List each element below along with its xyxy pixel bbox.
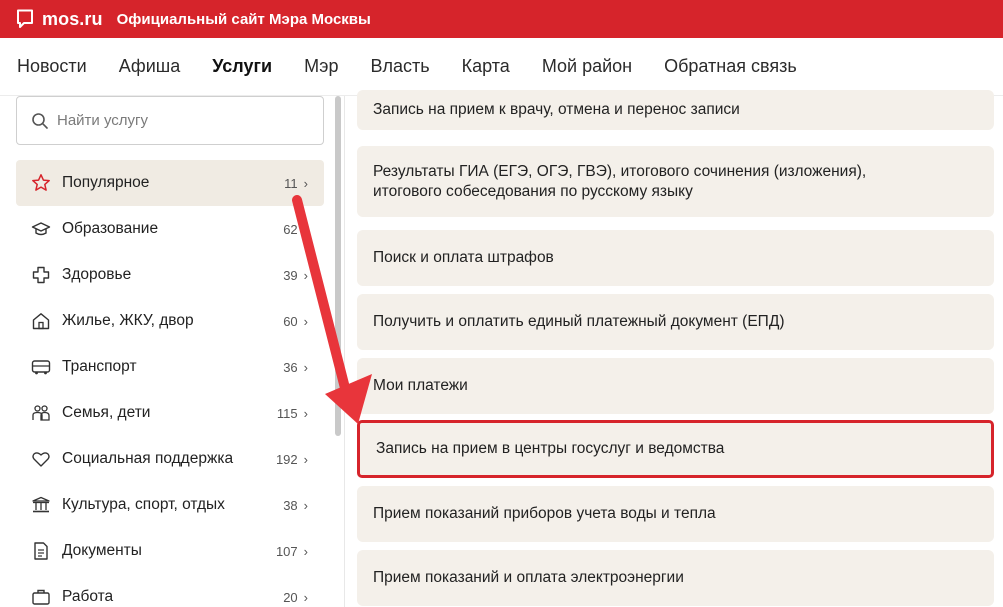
category-count: 107	[275, 543, 298, 559]
category-transport[interactable]: Транспорт 36 ›	[16, 344, 324, 390]
category-count: 11	[284, 175, 298, 191]
nav-item-afisha[interactable]: Афиша	[119, 56, 181, 77]
service-title: Запись на прием в центры госуслуг и ведо…	[376, 440, 725, 457]
category-count: 39	[283, 267, 298, 283]
medical-cross-icon	[30, 264, 52, 286]
sidebar-scrollbar[interactable]	[335, 96, 341, 436]
service-title: Прием показаний и оплата электроэнергии	[373, 569, 684, 586]
category-work[interactable]: Работа 20 ›	[16, 574, 324, 607]
heart-icon	[30, 448, 52, 470]
service-card-epd[interactable]: Получить и оплатить единый платежный док…	[357, 294, 994, 350]
category-housing[interactable]: Жилье, ЖКУ, двор 60 ›	[16, 298, 324, 344]
category-popular[interactable]: Популярное 11 ›	[16, 160, 324, 206]
category-label: Популярное	[62, 174, 150, 191]
category-social-support[interactable]: Социальная поддержка 192 ›	[16, 436, 324, 482]
services-list: Запись на прием к врачу, отмена и перено…	[357, 90, 1003, 607]
service-card-electricity[interactable]: Прием показаний и оплата электроэнергии	[357, 550, 994, 606]
category-label: Культура, спорт, отдых	[62, 496, 225, 513]
nav-item-government[interactable]: Власть	[370, 56, 429, 77]
service-card-water-meters[interactable]: Прием показаний приборов учета воды и те…	[357, 486, 994, 542]
category-count: 20	[283, 589, 298, 605]
category-label: Семья, дети	[62, 404, 151, 421]
nav-item-mayor[interactable]: Мэр	[304, 56, 338, 77]
service-title: Результаты ГИА (ЕГЭ, ОГЭ, ГВЭ), итоговог…	[373, 162, 867, 200]
service-card-gosuslugi-appointment[interactable]: Запись на прием в центры госуслуг и ведо…	[357, 420, 994, 478]
category-count: 60	[283, 313, 298, 329]
chevron-right-icon: ›	[303, 497, 308, 513]
nav-item-news[interactable]: Новости	[17, 56, 87, 77]
service-card-exam-results[interactable]: Результаты ГИА (ЕГЭ, ОГЭ, ГВЭ), итоговог…	[357, 146, 994, 217]
family-icon	[30, 402, 52, 424]
service-title: Получить и оплатить единый платежный док…	[373, 313, 785, 330]
nav-item-feedback[interactable]: Обратная связь	[664, 56, 797, 77]
service-card-my-payments[interactable]: Мои платежи	[357, 358, 994, 414]
chevron-right-icon: ›	[303, 451, 308, 467]
site-subtitle: Официальный сайт Мэра Москвы	[116, 10, 371, 28]
service-title: Мои платежи	[373, 377, 468, 394]
category-label: Социальная поддержка	[62, 450, 234, 467]
search-box[interactable]	[16, 96, 324, 145]
category-label: Работа	[62, 588, 114, 605]
category-count: 62	[283, 221, 298, 237]
category-family[interactable]: Семья, дети 115 ›	[16, 390, 324, 436]
category-count: 115	[276, 405, 298, 421]
chevron-right-icon: ›	[303, 543, 308, 559]
nav-item-services[interactable]: Услуги	[212, 56, 272, 77]
category-label: Документы	[62, 542, 142, 559]
category-label: Здоровье	[62, 266, 132, 283]
category-culture[interactable]: Культура, спорт, отдых 38 ›	[16, 482, 324, 528]
chevron-right-icon: ›	[303, 175, 308, 191]
service-title: Запись на прием к врачу, отмена и перено…	[373, 101, 740, 118]
category-count: 192	[275, 451, 298, 467]
house-icon	[30, 310, 52, 332]
brand-name[interactable]: mos.ru	[42, 9, 103, 30]
category-count: 38	[283, 497, 298, 513]
divider	[344, 96, 345, 607]
category-label: Жилье, ЖКУ, двор	[62, 312, 194, 329]
chevron-right-icon: ›	[303, 267, 308, 283]
category-education[interactable]: Образование 62 ›	[16, 206, 324, 252]
search-input[interactable]	[57, 112, 307, 129]
bus-icon	[30, 356, 52, 378]
service-title: Прием показаний приборов учета воды и те…	[373, 505, 716, 522]
chevron-right-icon: ›	[303, 359, 308, 375]
chevron-right-icon: ›	[303, 589, 308, 605]
service-card-fines[interactable]: Поиск и оплата штрафов	[357, 230, 994, 286]
search-icon	[32, 112, 48, 129]
briefcase-icon	[30, 586, 52, 607]
top-bar: mos.ru Официальный сайт Мэра Москвы	[0, 0, 1003, 38]
nav-item-map[interactable]: Карта	[462, 56, 510, 77]
service-title: Поиск и оплата штрафов	[373, 249, 554, 266]
category-health[interactable]: Здоровье 39 ›	[16, 252, 324, 298]
graduation-cap-icon	[30, 218, 52, 240]
category-label: Образование	[62, 220, 159, 237]
nav-item-my-district[interactable]: Мой район	[542, 56, 632, 77]
service-card-doctor-appointment[interactable]: Запись на прием к врачу, отмена и перено…	[357, 90, 994, 130]
document-icon	[30, 540, 52, 562]
category-documents[interactable]: Документы 107 ›	[16, 528, 324, 574]
sidebar: Популярное 11 › Образование 62 › Здоровь…	[0, 96, 344, 607]
main-nav: Новости Афиша Услуги Мэр Власть Карта Мо…	[0, 38, 1003, 96]
star-icon	[30, 172, 52, 194]
category-count: 36	[283, 359, 298, 375]
chevron-right-icon: ›	[303, 221, 308, 237]
category-label: Транспорт	[62, 358, 137, 375]
chevron-right-icon: ›	[303, 313, 308, 329]
category-list: Популярное 11 › Образование 62 › Здоровь…	[16, 160, 324, 607]
museum-icon	[30, 494, 52, 516]
mos-logo-icon[interactable]	[16, 9, 34, 29]
chevron-right-icon: ›	[303, 405, 308, 421]
